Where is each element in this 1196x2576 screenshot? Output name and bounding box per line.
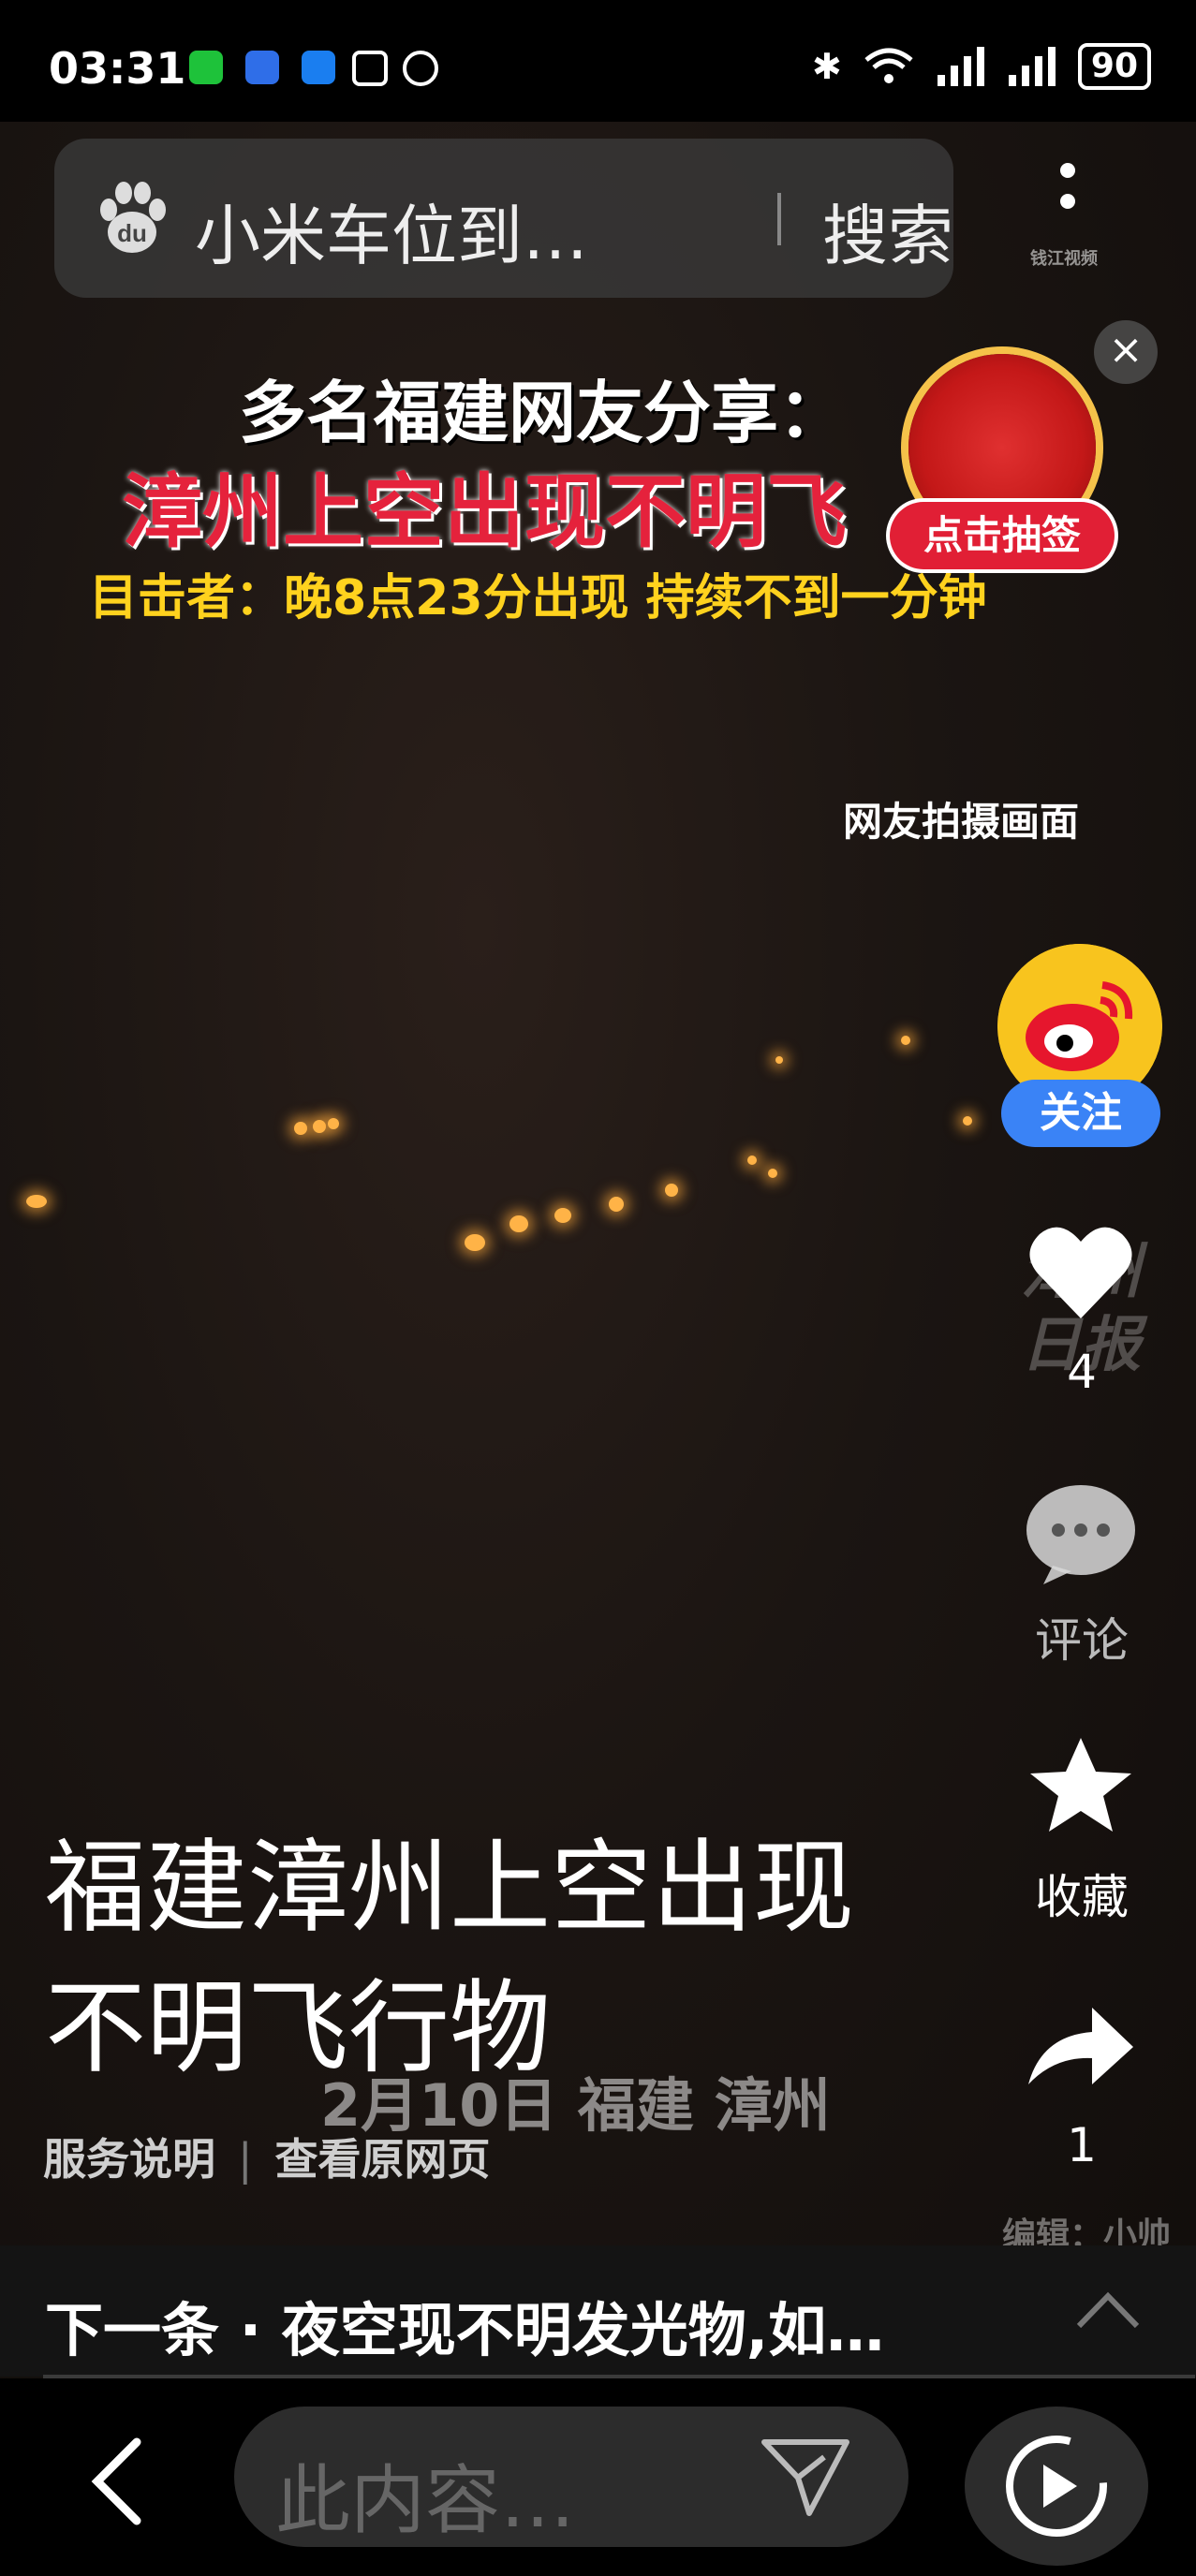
status-time: 03:31 bbox=[49, 43, 186, 94]
source-label: 网友拍摄画面 bbox=[843, 799, 1080, 845]
follow-button[interactable]: 关注 bbox=[1001, 1080, 1160, 1147]
next-video-text[interactable]: 下一条 · 夜空现不明发光物,如… bbox=[45, 2283, 884, 2367]
bluetooth-icon: ✱ bbox=[812, 46, 842, 87]
share-arrow-icon[interactable] bbox=[1025, 1995, 1137, 2098]
search-bar[interactable]: du 小米车位到… 搜索 bbox=[54, 139, 953, 298]
battery-indicator: 90 bbox=[1077, 43, 1151, 90]
comment-placeholder: 此内容… bbox=[275, 2457, 575, 2544]
light-dot bbox=[465, 1234, 485, 1251]
favorite-star-icon[interactable] bbox=[1025, 1734, 1137, 1837]
light-dot bbox=[313, 1120, 326, 1133]
wifi-icon bbox=[864, 48, 913, 83]
send-icon[interactable] bbox=[759, 2435, 852, 2519]
link-separator: | bbox=[238, 2134, 253, 2185]
light-dot bbox=[901, 1036, 910, 1045]
video-headline-line2: 漳州上空出现不明飞 bbox=[122, 465, 847, 559]
like-heart-icon[interactable] bbox=[1025, 1221, 1137, 1324]
follow-widget[interactable]: 关注 bbox=[996, 944, 1166, 1150]
video-caption: 福建漳州上空出现不明飞行物 bbox=[45, 1830, 855, 2087]
video-headline-line3: 目击者：晚8点23分出现 持续不到一分钟 bbox=[89, 570, 987, 626]
light-dot bbox=[328, 1118, 339, 1129]
caption-links: 服务说明 | 查看原网页 bbox=[43, 2126, 491, 2187]
view-original-link[interactable]: 查看原网页 bbox=[275, 2134, 491, 2185]
like-count: 4 bbox=[1067, 1345, 1097, 1399]
lottery-button[interactable]: 点击抽签 bbox=[890, 502, 1115, 569]
light-dot bbox=[554, 1208, 571, 1223]
back-arrow-icon[interactable] bbox=[84, 2435, 150, 2528]
comment-bubble-icon[interactable] bbox=[1025, 1483, 1137, 1586]
light-dot bbox=[775, 1056, 783, 1064]
bottom-toolbar: 此内容… bbox=[0, 2378, 1196, 2576]
share-count: 1 bbox=[1067, 2118, 1097, 2172]
light-dot bbox=[509, 1215, 528, 1232]
app-notification-icon bbox=[245, 51, 279, 84]
signal-icon bbox=[1008, 47, 1056, 86]
search-query[interactable]: 小米车位到… bbox=[195, 184, 588, 278]
comment-label[interactable]: 评论 bbox=[974, 1603, 1189, 1671]
light-dot bbox=[26, 1195, 47, 1208]
favorite-label[interactable]: 收藏 bbox=[974, 1860, 1189, 1927]
chevron-up-icon[interactable] bbox=[1073, 2285, 1143, 2332]
light-dot bbox=[768, 1169, 777, 1178]
light-dot bbox=[747, 1156, 757, 1165]
more-menu-icon[interactable] bbox=[1049, 159, 1086, 243]
next-video-bar[interactable]: 下一条 · 夜空现不明发光物,如… bbox=[0, 2245, 1196, 2377]
search-divider bbox=[777, 193, 781, 245]
search-button[interactable]: 搜索 bbox=[822, 184, 953, 278]
status-bar: 03:31 ✱ 90 bbox=[0, 0, 1196, 122]
service-link[interactable]: 服务说明 bbox=[43, 2134, 215, 2185]
wechat-icon bbox=[189, 51, 223, 84]
light-dot bbox=[294, 1122, 307, 1135]
status-right: ✱ 90 bbox=[812, 43, 1151, 90]
video-headline-line1: 多名福建网友分享： bbox=[239, 374, 847, 452]
comment-input[interactable]: 此内容… bbox=[234, 2407, 908, 2547]
light-dot bbox=[609, 1197, 624, 1212]
light-dot bbox=[665, 1184, 678, 1197]
svg-text:du: du bbox=[117, 219, 147, 247]
baidu-paw-icon: du bbox=[100, 182, 166, 253]
nfc-icon bbox=[352, 51, 388, 86]
app-notification-icon bbox=[302, 51, 335, 84]
signal-icon bbox=[937, 47, 984, 86]
source-watermark: 钱江视频 bbox=[1030, 249, 1098, 269]
alarm-icon bbox=[403, 51, 438, 86]
next-video-icon[interactable] bbox=[965, 2407, 1148, 2566]
lottery-widget[interactable]: 点击抽签 bbox=[890, 354, 1115, 579]
light-dot bbox=[963, 1116, 972, 1126]
